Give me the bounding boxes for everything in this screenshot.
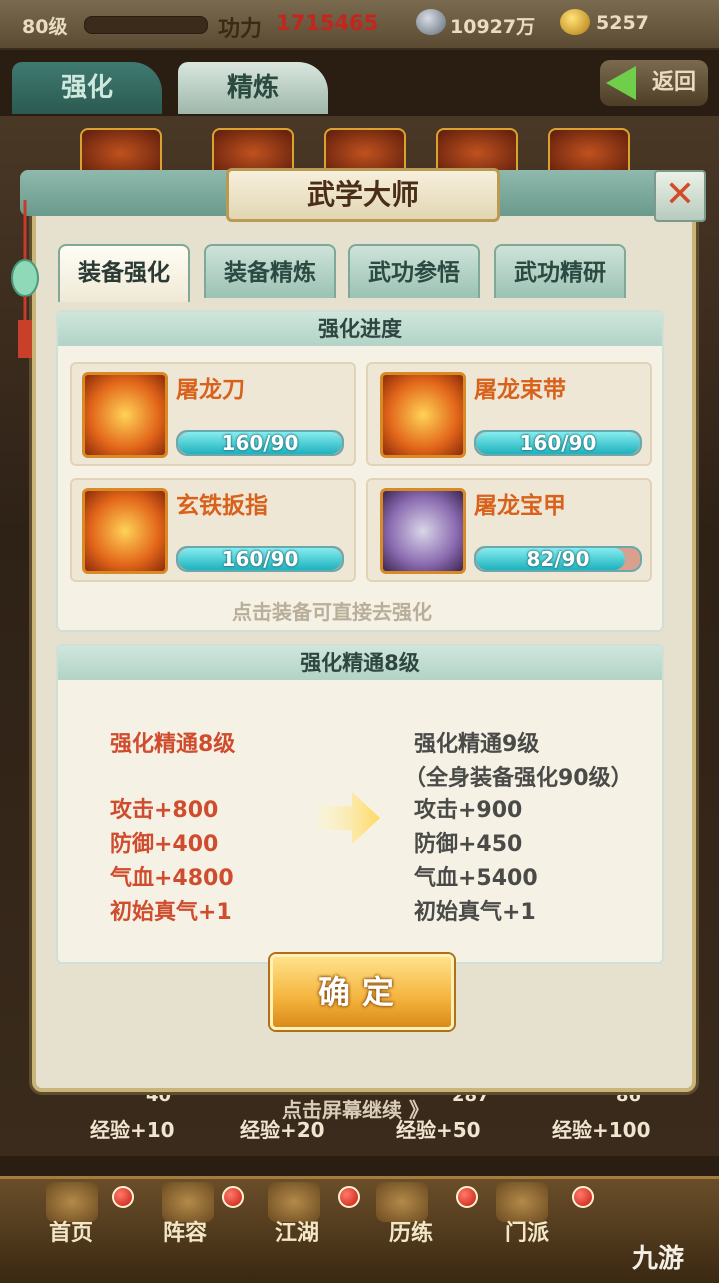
- iron-ring-icon[interactable]: [82, 488, 168, 574]
- silver-amount: 10927万: [450, 16, 536, 38]
- nav-home[interactable]: 首页: [36, 1215, 106, 1247]
- notification-dot: [222, 1186, 244, 1208]
- next-stat: 攻击+900: [414, 798, 523, 823]
- watermark-logo: 九游: [632, 1244, 685, 1274]
- notification-dot: [456, 1186, 478, 1208]
- arrow-right-icon: [318, 792, 380, 844]
- tab-refine[interactable]: 精炼: [178, 62, 328, 114]
- jade-tassel-icon: [11, 200, 39, 358]
- equipment-name: 屠龙刀: [176, 377, 245, 403]
- panel-title: 强化精通8级: [58, 646, 662, 680]
- level-exp-bar: [84, 16, 208, 34]
- player-level: 80级: [22, 16, 68, 38]
- next-stat: 防御+450: [414, 832, 523, 857]
- notification-dot: [338, 1186, 360, 1208]
- tab-equip-refine[interactable]: 装备精炼: [204, 244, 336, 298]
- dragon-armor-icon[interactable]: [380, 488, 466, 574]
- power-label: 功力: [218, 17, 263, 42]
- equipment-name: 屠龙束带: [474, 377, 566, 403]
- enhance-progress-panel: 强化进度: [56, 310, 664, 632]
- current-stat: 初始真气+1: [110, 900, 232, 925]
- current-stat: 防御+400: [110, 832, 219, 857]
- enhance-hint: 点击装备可直接去强化: [232, 600, 432, 624]
- power-value: 1715465: [276, 11, 379, 35]
- tab-martial-research[interactable]: 武功精研: [494, 244, 626, 298]
- tap-to-continue-hint[interactable]: 点击屏幕继续 》: [282, 1094, 429, 1123]
- progress-text: 160/90: [221, 547, 299, 571]
- current-stat: 气血+4800: [110, 866, 234, 891]
- confirm-button[interactable]: 确定: [270, 954, 454, 1030]
- current-stat: 攻击+800: [110, 798, 219, 823]
- progress-text: 82/90: [526, 547, 590, 571]
- gold-amount: 5257: [596, 12, 649, 34]
- panel-title: 强化进度: [58, 312, 662, 346]
- silver-icon: [416, 9, 446, 35]
- notification-dot: [112, 1186, 134, 1208]
- equipment-name: 玄铁扳指: [176, 493, 268, 519]
- nav-training[interactable]: 历练: [376, 1215, 446, 1247]
- tab-enhance[interactable]: 强化: [12, 62, 162, 114]
- nav-lineup[interactable]: 阵容: [150, 1215, 220, 1247]
- notification-dot: [572, 1186, 594, 1208]
- nav-jianghu[interactable]: 江湖: [262, 1215, 332, 1247]
- tab-martial-insight[interactable]: 武功参悟: [348, 244, 480, 298]
- next-mastery-requirement: （全身装备强化90级）: [404, 766, 633, 791]
- progress-text: 160/90: [519, 431, 597, 455]
- bottom-navigation: [0, 1176, 719, 1283]
- gold-ingot-icon: [560, 9, 590, 35]
- exp-item-label: 经验+100: [552, 1118, 651, 1142]
- back-arrow-icon: [606, 66, 636, 100]
- dragon-belt-icon[interactable]: [380, 372, 466, 458]
- dragon-sabre-icon[interactable]: [82, 372, 168, 458]
- next-stat: 气血+5400: [414, 866, 538, 891]
- exp-item-label: 经验+10: [90, 1118, 175, 1142]
- current-mastery-title: 强化精通8级: [110, 732, 236, 757]
- close-icon[interactable]: ✕: [654, 170, 706, 222]
- nav-sect[interactable]: 门派: [492, 1215, 562, 1247]
- equipment-name: 屠龙宝甲: [474, 493, 566, 519]
- tab-equip-enhance[interactable]: 装备强化: [58, 244, 190, 302]
- dialog-title: 武学大师: [226, 168, 500, 222]
- progress-text: 160/90: [221, 431, 299, 455]
- next-mastery-title: 强化精通9级: [414, 732, 540, 757]
- next-stat: 初始真气+1: [414, 900, 536, 925]
